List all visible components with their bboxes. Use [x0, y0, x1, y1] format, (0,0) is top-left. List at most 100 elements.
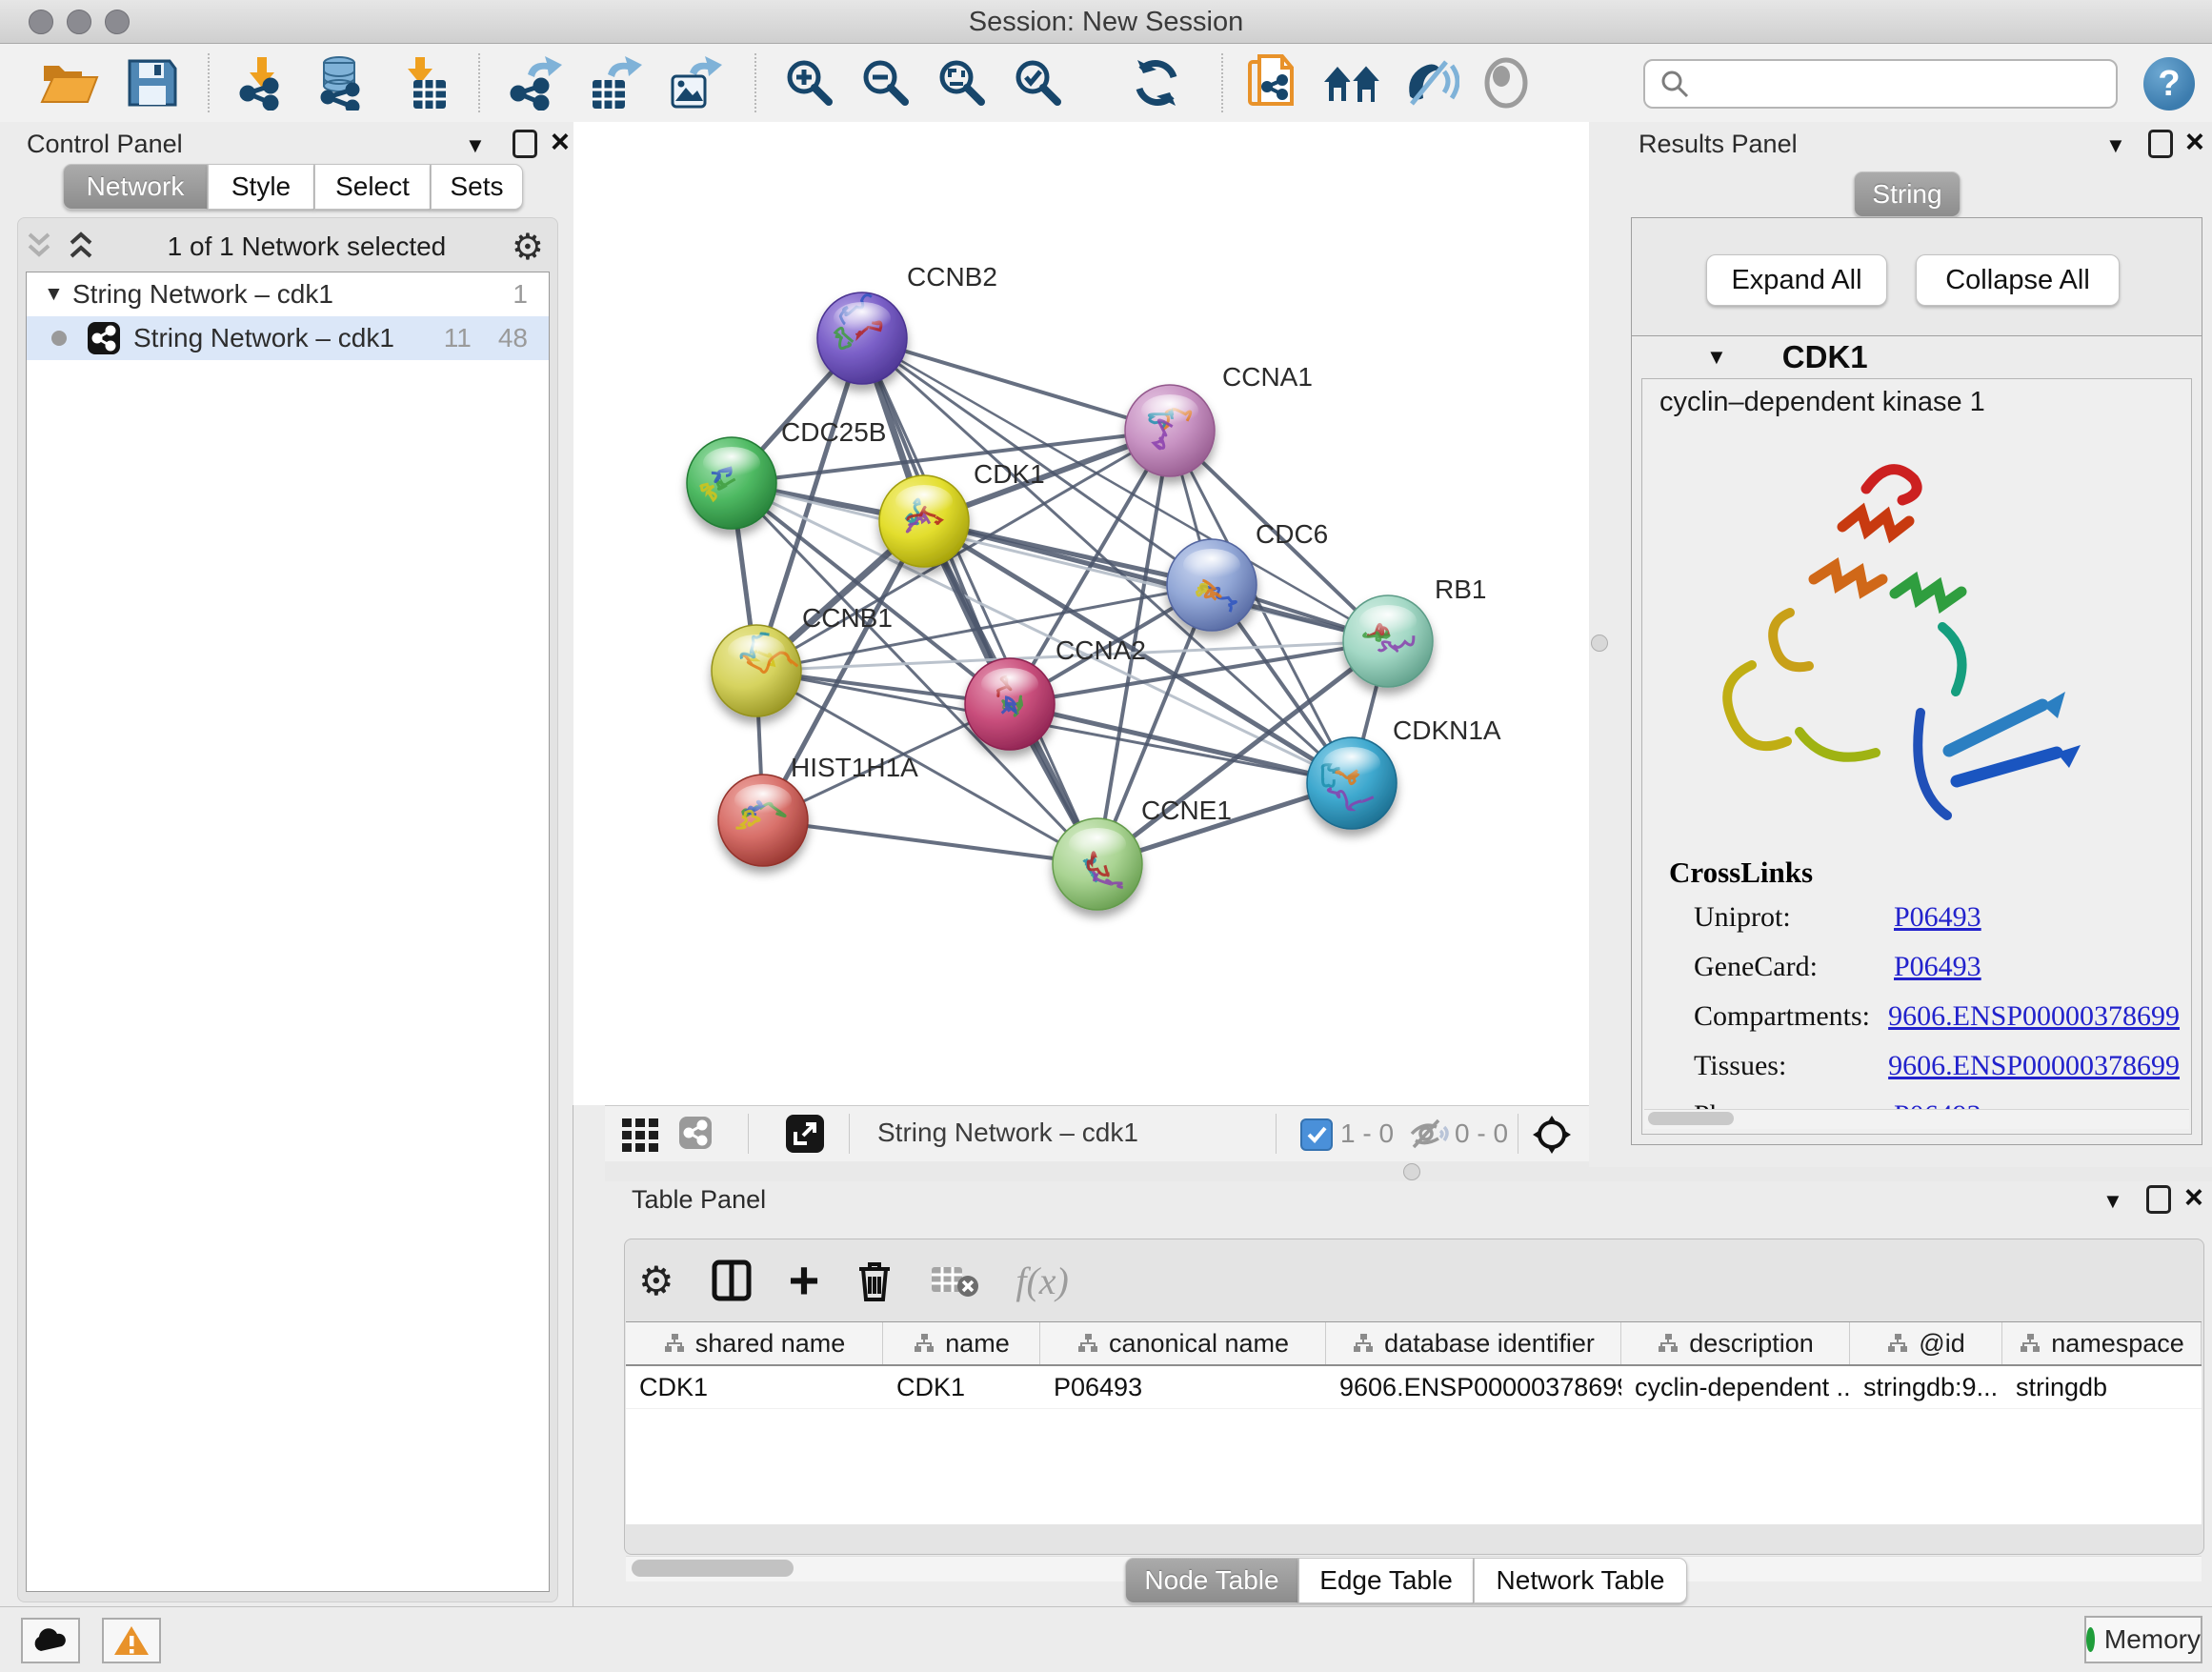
table-cell[interactable]: 9606.ENSP00000378699 [1326, 1366, 1621, 1408]
column-header-name[interactable]: name [883, 1322, 1040, 1364]
edge-CCNA2-CDKN1A[interactable] [1010, 704, 1352, 783]
float-panel-icon[interactable] [2146, 1185, 2171, 1214]
help-button[interactable]: ? [2143, 57, 2195, 111]
tab-network-table[interactable]: Network Table [1474, 1558, 1687, 1603]
node-CDK1[interactable] [879, 475, 969, 567]
column-header--id[interactable]: @id [1850, 1322, 2002, 1364]
section-expander-icon[interactable]: ▼ [1706, 345, 1727, 370]
scrollbar-thumb[interactable] [632, 1560, 794, 1577]
splitter-handle[interactable] [1591, 635, 1608, 652]
column-header-canonical-name[interactable]: canonical name [1040, 1322, 1326, 1364]
zoom-fit-icon[interactable] [935, 55, 989, 111]
zoom-selected-icon[interactable] [1012, 55, 1065, 111]
float-panel-icon[interactable] [513, 130, 537, 158]
edge-HIST1H1A-CCNE1[interactable] [763, 820, 1097, 864]
warnings-button[interactable] [102, 1618, 161, 1663]
panel-menu-icon[interactable]: ▼ [465, 133, 486, 158]
toggle-visibility-icon[interactable] [1402, 55, 1459, 111]
node-CDC25B[interactable] [687, 437, 776, 529]
close-panel-icon[interactable]: × [551, 126, 570, 158]
export-image-icon[interactable] [665, 55, 722, 111]
column-header-description[interactable]: description [1621, 1322, 1850, 1364]
close-panel-icon[interactable]: × [2185, 126, 2204, 158]
function-builder-icon[interactable]: f(x) [1016, 1259, 1069, 1303]
node-CCNB1[interactable] [712, 625, 801, 716]
panel-menu-icon[interactable]: ▼ [2102, 1189, 2123, 1214]
open-session-icon[interactable] [40, 55, 99, 111]
gear-icon[interactable]: ⚙ [638, 1258, 674, 1304]
table-cell[interactable]: P06493 [1040, 1366, 1326, 1408]
open-in-window-icon[interactable] [786, 1115, 824, 1153]
network-collection-row[interactable]: ▼ String Network – cdk1 1 [27, 272, 549, 316]
zoom-out-icon[interactable] [859, 55, 913, 111]
panel-menu-icon[interactable]: ▼ [2105, 133, 2126, 158]
float-panel-icon[interactable] [2148, 130, 2173, 158]
cloud-button[interactable] [21, 1618, 80, 1663]
column-header-namespace[interactable]: namespace [2002, 1322, 2202, 1364]
node-CCNE1[interactable] [1053, 818, 1142, 910]
crosslink-value[interactable]: P06493 [1894, 901, 1981, 934]
expand-all-icon[interactable] [66, 231, 102, 263]
edge-CCNB2-CCNA1[interactable] [862, 338, 1170, 431]
tree-expander-icon[interactable]: ▼ [44, 283, 72, 306]
tab-edge-table[interactable]: Edge Table [1298, 1558, 1474, 1603]
hidden-eye-icon[interactable] [1408, 1118, 1450, 1150]
add-column-icon[interactable]: + [789, 1261, 820, 1299]
node-CCNA2[interactable] [965, 658, 1055, 750]
node-RB1[interactable] [1343, 595, 1433, 687]
tab-select[interactable]: Select [314, 164, 431, 210]
import-database-icon[interactable] [311, 55, 370, 111]
delete-column-icon[interactable] [855, 1258, 894, 1303]
string-view-icon[interactable] [679, 1117, 712, 1149]
table-row[interactable]: CDK1CDK1P064939606.ENSP00000378699cyclin… [626, 1366, 2202, 1409]
collapse-all-button[interactable]: Collapse All [1916, 254, 2120, 306]
zoom-in-icon[interactable] [783, 55, 836, 111]
table-cell[interactable]: CDK1 [626, 1366, 883, 1408]
protein-section-header[interactable]: ▼ CDK1 [1632, 336, 2202, 378]
table-cell[interactable]: stringdb:9... [1850, 1366, 2002, 1408]
show-columns-icon[interactable] [711, 1259, 753, 1302]
grid-view-icon[interactable] [620, 1117, 662, 1153]
copy-network-icon[interactable] [1244, 55, 1299, 111]
node-CDC6[interactable] [1167, 539, 1257, 631]
import-table-icon[interactable] [396, 55, 450, 111]
node-CDKN1A[interactable] [1307, 737, 1397, 829]
crosslink-value[interactable]: 9606.ENSP00000378699 [1888, 1000, 2180, 1033]
node-CCNB2[interactable] [817, 292, 907, 384]
birdseye-toggle-icon[interactable] [1531, 1114, 1573, 1156]
table-cell[interactable]: cyclin-dependent ... [1621, 1366, 1850, 1408]
network-canvas[interactable]: CCNB2CCNA1CDC25BCDK1CDC6RB1CCNB1CCNA2CDK… [573, 122, 1589, 1105]
close-panel-icon[interactable]: × [2184, 1181, 2203, 1214]
node-HIST1H1A[interactable] [718, 775, 808, 866]
delete-table-icon[interactable] [930, 1261, 979, 1299]
column-header-shared-name[interactable]: shared name [626, 1322, 883, 1364]
network-row-selected[interactable]: String Network – cdk1 11 48 [27, 316, 549, 360]
import-network-icon[interactable] [234, 55, 292, 111]
results-hscrollbar[interactable] [1644, 1109, 2189, 1129]
tab-node-table[interactable]: Node Table [1125, 1558, 1298, 1603]
tab-sets[interactable]: Sets [431, 164, 523, 210]
tab-network[interactable]: Network [63, 164, 208, 210]
crosslink-value[interactable]: P06493 [1894, 951, 1981, 983]
crosslink-value[interactable]: 9606.ENSP00000378699 [1888, 1050, 2180, 1082]
birdseye-icon[interactable] [1480, 55, 1532, 111]
selected-checkbox-icon[interactable] [1300, 1118, 1333, 1151]
edge-CCNB2-CCNE1[interactable] [862, 338, 1097, 864]
gear-icon[interactable]: ⚙ [512, 226, 544, 269]
search-input[interactable] [1643, 59, 2118, 109]
node-CCNA1[interactable] [1125, 385, 1215, 476]
export-network-icon[interactable] [507, 55, 564, 111]
tab-string[interactable]: String [1854, 171, 1961, 217]
table-cell[interactable]: CDK1 [883, 1366, 1040, 1408]
save-session-icon[interactable] [126, 55, 179, 111]
column-header-database-identifier[interactable]: database identifier [1326, 1322, 1621, 1364]
export-table-icon[interactable] [585, 55, 644, 111]
splitter-handle[interactable] [1403, 1163, 1420, 1180]
expand-all-button[interactable]: Expand All [1706, 254, 1887, 306]
table-cell[interactable]: stringdb [2002, 1366, 2202, 1408]
home-icon[interactable] [1322, 55, 1383, 111]
right-splitter[interactable] [1589, 122, 1610, 1167]
refresh-icon[interactable] [1130, 55, 1185, 111]
tab-style[interactable]: Style [208, 164, 314, 210]
memory-button[interactable]: Memory [2084, 1616, 2202, 1663]
